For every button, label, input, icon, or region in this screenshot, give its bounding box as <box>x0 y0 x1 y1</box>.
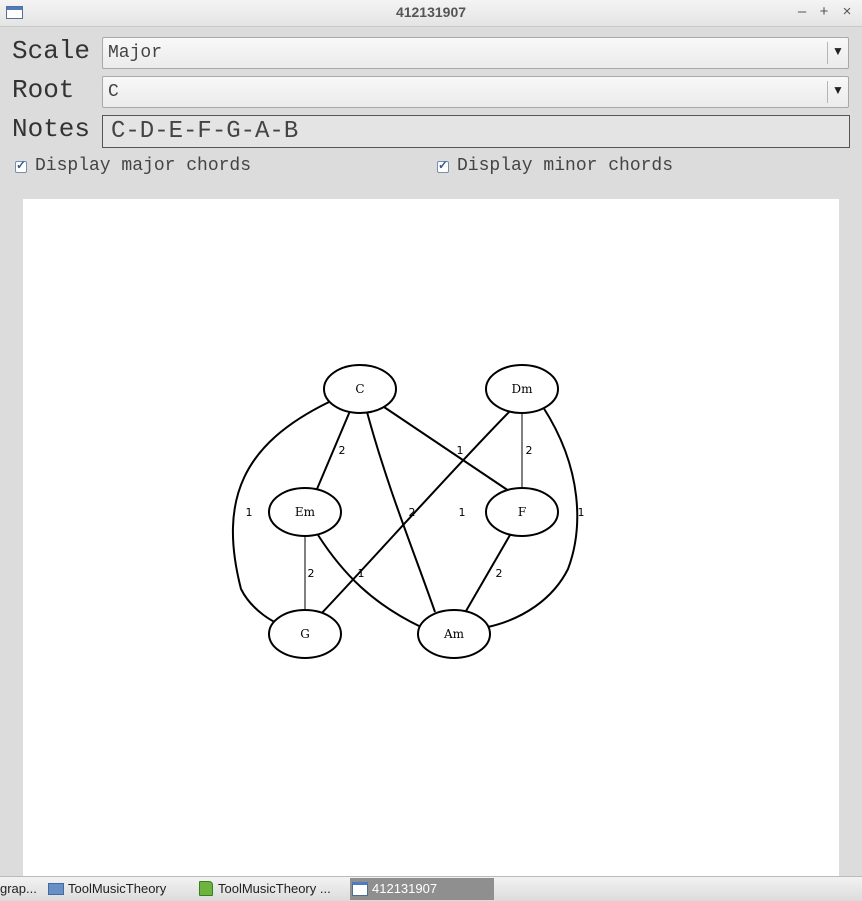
taskbar-item-label: ToolMusicTheory <box>68 881 167 896</box>
graph-edge-weight-label: 2 <box>526 444 533 457</box>
minimize-button[interactable]: – <box>792 2 812 22</box>
scale-selected-value: Major <box>108 43 163 63</box>
scale-label: Scale <box>12 36 91 66</box>
root-selected-value: C <box>108 82 119 102</box>
graph-edge-weight-label: 1 <box>457 444 464 457</box>
taskbar-item-label: grap... <box>0 881 37 896</box>
graph-edge-weight-label: 1 <box>358 567 365 580</box>
graph-node-label: Em <box>295 505 316 519</box>
root-select[interactable]: C ▼ <box>102 76 849 108</box>
graph-node-label: Am <box>443 627 465 641</box>
taskbar-item-label: 412131907 <box>372 881 438 896</box>
graph-edge-c-am <box>366 411 436 613</box>
graph-edge-em-am <box>317 534 422 628</box>
chord-graph: 2 11 221 12 1 2C DmEm FG Am <box>231 364 585 659</box>
qt-icon <box>199 881 213 897</box>
close-button[interactable]: × <box>837 2 857 22</box>
chevron-down-icon[interactable]: ▼ <box>831 83 845 97</box>
window-title: 412131907 <box>395 4 467 20</box>
chord-graph-canvas: 2 1 1 2 2 1 1 2 1 2 C Dm Em F G Am <box>23 199 839 879</box>
graph-edge-weight-label: 2 <box>339 444 346 457</box>
root-label: Root <box>12 75 75 105</box>
taskbar-item-folder[interactable]: ToolMusicTheory <box>48 878 196 900</box>
notes-field[interactable]: C-D-E-F-G-A-B <box>102 115 850 148</box>
graph-edge-weight-label: 2 <box>496 567 503 580</box>
taskbar-item-graph[interactable]: grap... <box>0 878 44 900</box>
major-chords-checkbox[interactable] <box>15 158 27 173</box>
taskbar-item-active-window[interactable]: 412131907 <box>350 878 494 900</box>
scale-select[interactable]: Major ▼ <box>102 37 849 69</box>
graph-edge-weight-label: 1 <box>459 506 466 519</box>
graph-edge-weight-label: 1 <box>246 506 253 519</box>
window-titlebar: 412131907 – + × <box>0 0 862 27</box>
minor-chords-checkbox[interactable] <box>437 158 449 173</box>
window-icon <box>352 881 368 896</box>
graph-node-label: F <box>518 505 526 519</box>
chevron-down-icon[interactable]: ▼ <box>831 44 845 58</box>
taskbar: grap... ToolMusicTheory ToolMusicTheory … <box>0 876 862 901</box>
graph-node-label: Dm <box>512 382 534 396</box>
graph-node-label: C <box>355 382 364 396</box>
notes-label: Notes <box>12 114 91 144</box>
combo-separator <box>827 81 828 103</box>
notes-value: C-D-E-F-G-A-B <box>111 118 299 145</box>
maximize-button[interactable]: + <box>814 2 834 22</box>
taskbar-item-label: ToolMusicTheory ... <box>218 881 331 896</box>
graph-edge-weight-label: 1 <box>578 506 585 519</box>
major-chords-label[interactable]: Display major chords <box>35 156 251 176</box>
graph-edge-f-am <box>465 534 511 612</box>
taskbar-item-qt-creator[interactable]: ToolMusicTheory ... <box>199 878 347 900</box>
minor-chords-label[interactable]: Display minor chords <box>457 156 673 176</box>
graph-edge-weight-label: 2 <box>308 567 315 580</box>
combo-separator <box>827 42 828 64</box>
folder-icon <box>48 882 64 895</box>
graph-node-label: G <box>300 627 310 641</box>
